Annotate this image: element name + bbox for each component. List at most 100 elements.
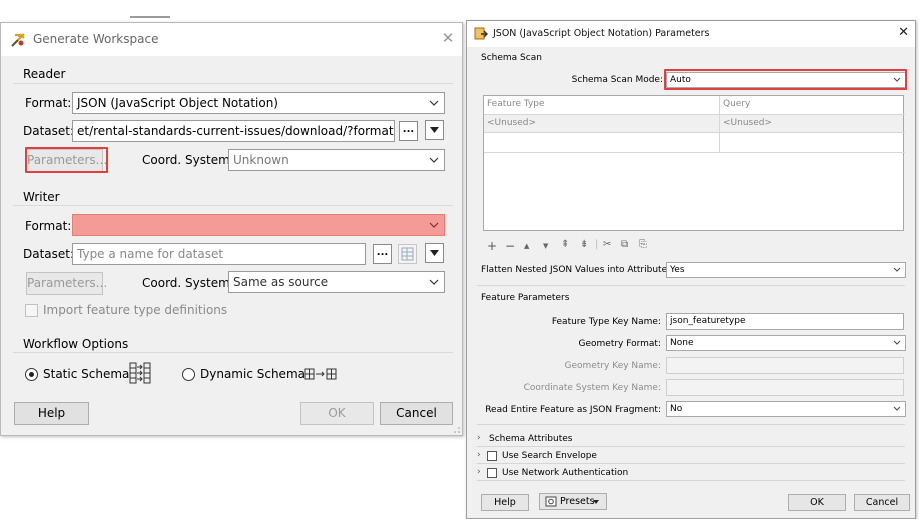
reader-format-label: Format: — [25, 96, 72, 110]
geometry-format-value: None — [670, 338, 694, 348]
writer-dataset-settings-button[interactable] — [398, 244, 417, 264]
read-entire-value: No — [670, 404, 683, 414]
close-icon[interactable]: ✕ — [898, 25, 909, 40]
chevron-down-icon — [893, 340, 901, 345]
parameters-highlight — [25, 147, 108, 173]
import-feature-types-checkbox[interactable] — [25, 304, 38, 317]
table-toolbar: + − ▲ ▼ ⇞ ⇟ | ✂ ⧉ ⎘ — [487, 239, 687, 253]
writer-dataset-input[interactable]: Type a name for dataset — [72, 243, 366, 265]
dialog-title: JSON (JavaScript Object Notation) Parame… — [493, 28, 710, 39]
dynamic-schema-icon — [304, 368, 337, 380]
feature-type-query-table[interactable]: Feature Type Query <Unused> <Unused> — [483, 95, 905, 231]
cancel-button[interactable]: Cancel — [854, 494, 910, 511]
paste-icon[interactable]: ⎘ — [639, 239, 647, 250]
move-top-icon[interactable]: ⇞ — [561, 239, 569, 250]
writer-dataset-placeholder: Type a name for dataset — [77, 247, 224, 261]
section-separator — [477, 424, 905, 425]
reader-parameters-icon — [474, 27, 488, 40]
key-name-label: Feature Type Key Name: — [551, 317, 661, 327]
close-icon[interactable]: ✕ — [440, 29, 456, 47]
geometry-key-label: Geometry Key Name: — [564, 361, 662, 371]
table-header-query: Query — [723, 99, 751, 109]
ok-button[interactable]: OK — [300, 402, 374, 425]
presets-button[interactable]: Presets — [539, 493, 607, 510]
table-cell: <Unused> — [487, 118, 537, 128]
writer-dataset-browse-button[interactable]: ... — [373, 244, 392, 264]
geometry-format-select[interactable]: None — [666, 335, 906, 351]
resize-grip-icon[interactable] — [453, 426, 461, 434]
geometry-key-input[interactable] — [666, 357, 904, 374]
reader-dataset-input[interactable]: et/rental-standards-current-issues/downl… — [72, 120, 395, 142]
reader-dataset-menu-button[interactable] — [425, 120, 444, 140]
presets-icon — [545, 496, 557, 507]
static-schema-icon — [129, 362, 151, 384]
writer-dataset-menu-button[interactable] — [425, 243, 444, 263]
title-bar: JSON (JavaScript Object Notation) Parame… — [467, 21, 915, 47]
cancel-button[interactable]: Cancel — [380, 402, 453, 425]
chevron-down-icon — [429, 222, 439, 228]
feature-parameters-section-label: Feature Parameters — [481, 293, 570, 303]
section-separator — [477, 446, 905, 447]
section-separator — [477, 480, 905, 481]
reader-format-value: JSON (JavaScript Object Notation) — [77, 96, 278, 110]
coord-key-input[interactable] — [666, 379, 904, 396]
writer-format-label: Format: — [25, 219, 72, 233]
schema-scan-mode-highlight — [664, 69, 907, 90]
flatten-select[interactable]: Yes — [666, 262, 906, 278]
schema-scan-section-label: Schema Scan — [481, 53, 542, 63]
writer-parameters-button[interactable]: Parameters... — [26, 272, 107, 295]
chevron-down-icon — [893, 267, 901, 272]
reader-dataset-label: Dataset: — [23, 124, 75, 138]
move-down-icon[interactable]: ▼ — [543, 242, 548, 250]
read-entire-label: Read Entire Feature as JSON Fragment: — [485, 405, 661, 415]
static-schema-label: Static Schema — [43, 367, 130, 381]
reader-format-select[interactable]: JSON (JavaScript Object Notation) — [72, 92, 445, 114]
table-divider — [484, 152, 905, 153]
writer-coord-label: Coord. System: — [142, 276, 234, 290]
remove-row-icon[interactable]: − — [505, 239, 515, 253]
writer-dataset-label: Dataset: — [23, 247, 75, 261]
help-button[interactable]: Help — [14, 402, 89, 425]
background-fragment — [130, 16, 170, 18]
geometry-format-label: Geometry Format: — [578, 339, 662, 349]
static-schema-radio[interactable] — [25, 368, 38, 381]
dynamic-schema-radio[interactable] — [182, 368, 195, 381]
move-bottom-icon[interactable]: ⇟ — [580, 239, 588, 250]
table-row[interactable]: <Unused> <Unused> — [484, 115, 903, 132]
add-row-icon[interactable]: + — [487, 239, 497, 253]
use-network-auth-checkbox[interactable] — [487, 468, 497, 478]
copy-icon[interactable]: ⧉ — [621, 239, 628, 250]
triangle-down-icon — [430, 250, 439, 256]
use-search-envelope-checkbox[interactable] — [487, 451, 497, 461]
chevron-down-icon — [893, 406, 901, 411]
flatten-label: Flatten Nested JSON Values into Attribut… — [481, 265, 675, 275]
table-cell: <Unused> — [723, 118, 773, 128]
table-divider — [484, 132, 905, 133]
title-bar: Generate Workspace ✕ — [1, 23, 462, 56]
ok-button[interactable]: OK — [788, 494, 846, 511]
chevron-right-icon[interactable]: › — [477, 450, 481, 460]
section-separator — [477, 285, 905, 286]
writer-coord-value: Same as source — [233, 275, 329, 289]
key-name-input[interactable]: json_featuretype — [666, 313, 904, 330]
coord-key-label: Coordinate System Key Name: — [523, 383, 661, 393]
read-entire-select[interactable]: No — [666, 401, 906, 417]
move-up-icon[interactable]: ▲ — [524, 242, 529, 250]
reader-dataset-browse-button[interactable]: ... — [399, 121, 418, 141]
writer-format-select[interactable] — [72, 214, 445, 236]
chevron-right-icon[interactable]: › — [477, 467, 481, 477]
triangle-down-icon — [430, 127, 439, 133]
cut-icon[interactable]: ✂ — [603, 239, 611, 250]
reader-coord-select[interactable]: Unknown — [228, 149, 445, 171]
dynamic-schema-label: Dynamic Schema — [200, 367, 305, 381]
flatten-value: Yes — [670, 265, 685, 275]
schema-scan-mode-label: Schema Scan Mode: — [571, 75, 663, 85]
toolbar-separator: | — [595, 239, 599, 250]
chevron-right-icon[interactable]: › — [477, 433, 481, 443]
fme-workbench-icon — [11, 33, 25, 47]
help-button[interactable]: Help — [481, 494, 529, 511]
writer-coord-select[interactable]: Same as source — [228, 271, 445, 293]
key-name-value: json_featuretype — [670, 316, 746, 326]
schema-attributes-section[interactable]: Schema Attributes — [489, 434, 572, 444]
dialog-title: Generate Workspace — [33, 32, 159, 46]
